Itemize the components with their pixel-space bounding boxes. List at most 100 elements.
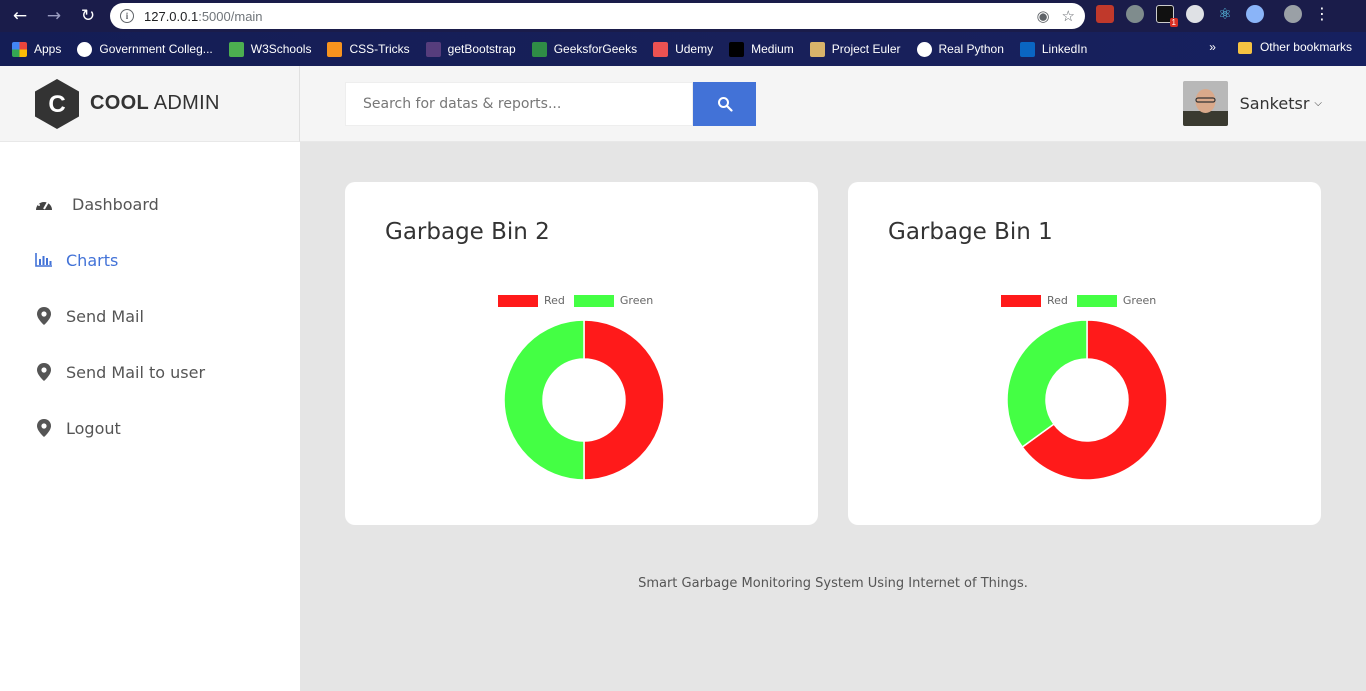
- legend-swatch: [1001, 294, 1041, 307]
- other-bookmarks-label: Other bookmarks: [1259, 40, 1352, 54]
- bookmark-label: W3Schools: [250, 42, 312, 56]
- extension-globe-icon[interactable]: [1126, 5, 1144, 23]
- bookmark-star-icon[interactable]: ☆: [1062, 7, 1075, 25]
- donut-slice-green[interactable]: [1006, 319, 1088, 449]
- avatar[interactable]: [1182, 81, 1228, 126]
- extension-badge-icon[interactable]: 1: [1156, 5, 1178, 27]
- legend-item[interactable]: Green: [1076, 294, 1156, 307]
- folder-icon: [1237, 41, 1252, 54]
- legend-item[interactable]: Red: [1001, 294, 1068, 307]
- sidebar: Dashboard Charts Send Mail Send Mail to use…: [0, 142, 300, 691]
- legend-item[interactable]: Red: [498, 294, 565, 307]
- translate-icon[interactable]: ◉: [1036, 7, 1049, 25]
- bookmark-favicon-icon: [531, 41, 547, 57]
- legend-swatch: [573, 294, 614, 307]
- donut-chart[interactable]: [503, 319, 665, 481]
- bookmark-item[interactable]: W3Schools: [228, 41, 312, 57]
- bookmark-item[interactable]: LinkedIn: [1019, 41, 1088, 57]
- bookmark-item[interactable]: GeeksforGeeks: [531, 41, 638, 57]
- donut-slice-green[interactable]: [503, 319, 585, 481]
- bookmark-label: GeeksforGeeks: [553, 42, 638, 56]
- chart-card-garbage-bin-2: Garbage Bin 2 Red Green: [345, 182, 818, 525]
- sidebar-item-logout[interactable]: Logout: [34, 418, 121, 438]
- brand-area: C COOL ADMIN: [0, 66, 300, 142]
- profile-avatar-icon[interactable]: [1284, 5, 1302, 23]
- bookmarks-overflow-button[interactable]: »: [1209, 40, 1216, 54]
- bookmark-label: LinkedIn: [1041, 42, 1088, 56]
- back-arrow-icon[interactable]: ←: [6, 2, 34, 30]
- bookmark-favicon-icon: [809, 41, 825, 57]
- sidebar-item-label: Send Mail: [66, 306, 144, 326]
- bookmark-label: CSS-Tricks: [349, 42, 410, 56]
- legend-item[interactable]: Green: [573, 294, 654, 307]
- chart-legend[interactable]: Red Green: [498, 294, 662, 307]
- account-name[interactable]: Sanketsr: [1240, 94, 1310, 113]
- sidebar-item-send-mail[interactable]: Send Mail: [34, 306, 144, 326]
- bookmark-item[interactable]: Udemy: [653, 41, 714, 57]
- extension-book-icon[interactable]: [1096, 5, 1114, 23]
- legend-swatch: [498, 294, 538, 307]
- search-form: [345, 82, 756, 126]
- bookmark-favicon-icon: [228, 41, 244, 57]
- bookmark-favicon-icon: [77, 41, 93, 57]
- tachometer-icon: [34, 194, 54, 214]
- bookmark-favicon-icon: [12, 41, 27, 57]
- bookmark-item[interactable]: Project Euler: [809, 41, 901, 57]
- bookmark-item[interactable]: Government Colleg...: [77, 41, 213, 57]
- info-icon[interactable]: i: [120, 9, 134, 23]
- bookmark-favicon-icon: [1019, 41, 1035, 57]
- map-marker-icon: [34, 362, 54, 382]
- bookmark-favicon-icon: [729, 41, 745, 57]
- bookmark-item[interactable]: CSS-Tricks: [327, 41, 410, 57]
- bookmark-item[interactable]: Medium: [729, 41, 794, 57]
- legend-label: Red: [1047, 294, 1068, 307]
- bookmark-label: Government Colleg...: [99, 42, 213, 56]
- sidebar-item-label: Logout: [66, 418, 121, 438]
- logo-icon[interactable]: C: [34, 78, 80, 130]
- brand-name[interactable]: COOL ADMIN: [90, 92, 220, 115]
- bookmark-favicon-icon: [327, 41, 343, 57]
- chevron-down-icon[interactable]: ⌵: [1314, 98, 1322, 109]
- sidebar-item-label: Send Mail to user: [66, 362, 206, 382]
- address-bar[interactable]: i 127.0.0.1:5000/main ◉ ☆: [110, 3, 1085, 29]
- bookmarks-bar: Apps Government Colleg... W3Schools CSS-Tri…: [0, 32, 1366, 66]
- bookmark-label: Project Euler: [831, 42, 901, 56]
- search-icon: [717, 97, 733, 112]
- bookmark-favicon-icon: [653, 41, 669, 57]
- map-marker-icon: [34, 306, 54, 326]
- chart-card-garbage-bin-1: Garbage Bin 1 Red Green: [848, 182, 1321, 525]
- url-text: 127.0.0.1:5000/main: [144, 8, 263, 24]
- donut-slice-red[interactable]: [583, 319, 665, 481]
- chart-title: Garbage Bin 1: [888, 219, 1053, 245]
- extension-circle-icon[interactable]: [1186, 5, 1204, 23]
- bookmark-label: Udemy: [675, 42, 714, 56]
- bookmark-item[interactable]: Apps: [12, 41, 61, 57]
- sidebar-item-charts[interactable]: Charts: [34, 250, 118, 270]
- browser-menu-icon[interactable]: ⋮: [1314, 5, 1330, 23]
- search-input[interactable]: [345, 82, 693, 126]
- sidebar-item-send-mail-to-user[interactable]: Send Mail to user: [34, 362, 205, 382]
- app-header: Sanketsr ⌵: [300, 66, 1366, 142]
- account-menu[interactable]: Sanketsr ⌵: [1182, 81, 1322, 126]
- svg-text:C: C: [48, 91, 65, 118]
- legend-label: Red: [544, 294, 565, 307]
- legend-label: Green: [619, 294, 654, 307]
- chart-legend[interactable]: Red Green: [1001, 294, 1165, 307]
- extension-ring-icon[interactable]: [1246, 5, 1264, 23]
- bar-chart-icon: [34, 250, 54, 270]
- bookmark-favicon-icon: [916, 41, 932, 57]
- bookmark-item[interactable]: Real Python: [916, 41, 1004, 57]
- chart-title: Garbage Bin 2: [385, 219, 550, 245]
- bookmark-label: Medium: [751, 42, 794, 56]
- donut-chart[interactable]: [1006, 319, 1168, 481]
- forward-arrow-icon[interactable]: →: [40, 2, 68, 30]
- footer-text: Smart Garbage Monitoring System Using In…: [638, 576, 1028, 591]
- bookmark-item[interactable]: getBootstrap: [425, 41, 516, 57]
- search-button[interactable]: [693, 82, 756, 126]
- bookmark-label: getBootstrap: [447, 42, 516, 56]
- reload-icon[interactable]: ↻: [74, 2, 102, 30]
- bookmark-label: Real Python: [938, 42, 1004, 56]
- react-devtools-icon[interactable]: ⚛: [1216, 5, 1234, 23]
- sidebar-item-dashboard[interactable]: Dashboard: [34, 194, 159, 214]
- other-bookmarks-button[interactable]: Other bookmarks: [1237, 40, 1352, 54]
